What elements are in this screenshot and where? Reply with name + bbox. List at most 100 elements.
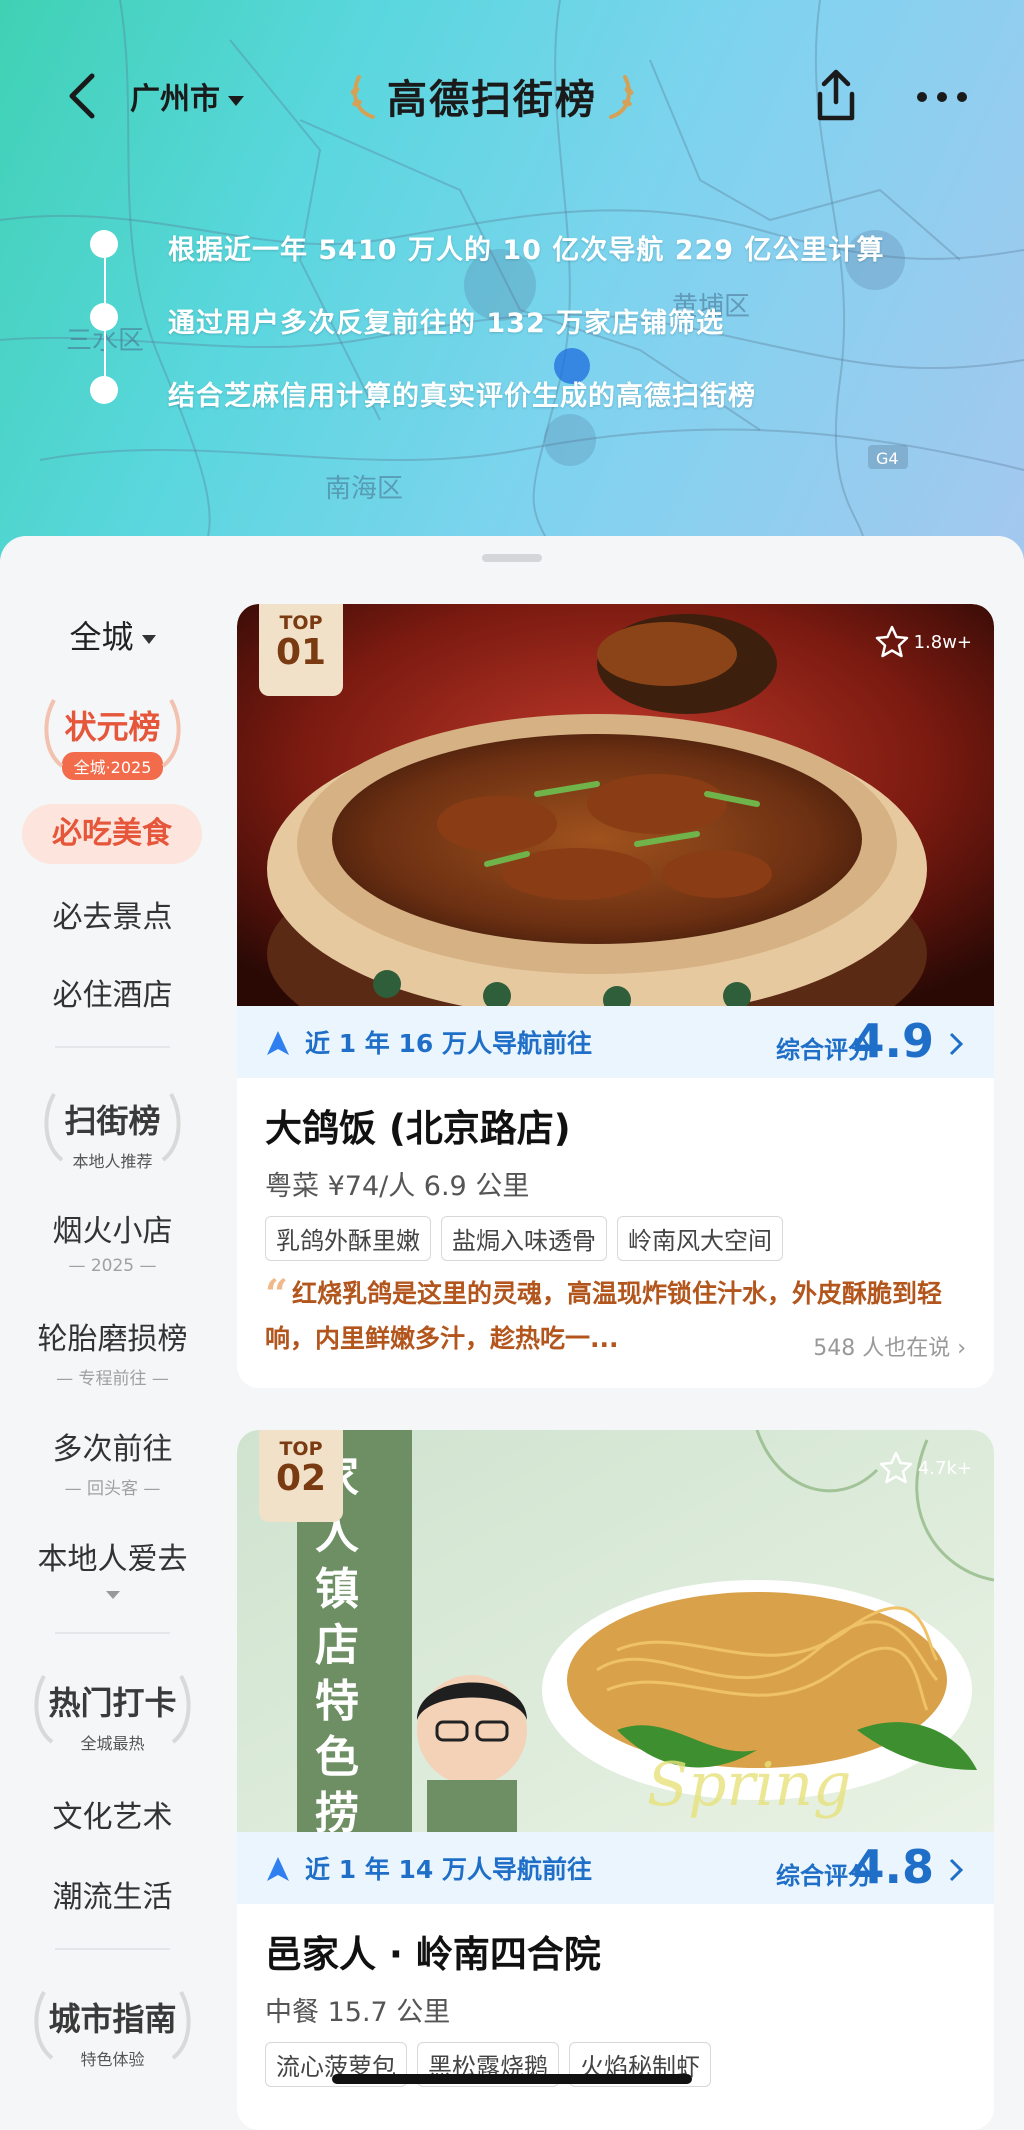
divider: [55, 1948, 170, 1950]
favorite-button[interactable]: 1.8w+: [874, 624, 972, 660]
map-label: G4: [876, 449, 899, 468]
poster-script-text: Spring: [647, 1750, 852, 1820]
wreath-left-icon: [34, 1675, 54, 1744]
sidebar-item-culture-art[interactable]: 文化艺术: [0, 1792, 225, 1836]
star-outline-icon: [875, 625, 908, 658]
restaurant-card[interactable]: TOP 01 1.8w+ 近 1 年 16 万人导航前往 综合评分 4.9 大鸽…: [237, 604, 994, 1388]
sidebar-item-sub: — 回头客 —: [64, 1479, 161, 1499]
map-label: 南海区: [325, 474, 404, 504]
badge-subtitle: 全城·2025: [61, 752, 164, 780]
category-sidebar: 全城 状元榜 全城·2025 必吃美食 必去景点 必住酒店 扫街榜 本地人推荐 …: [0, 536, 225, 2105]
wreath-left-icon: [44, 1093, 64, 1162]
restaurant-name: 邑家人 · 岭南四合院: [265, 1933, 601, 1976]
wreath-left-icon: [34, 1991, 54, 2060]
nav-arrow-icon: [267, 1031, 289, 1055]
dish-photo: 家人镇店特色捞面 Spring TOP 02 4.7k+: [237, 1430, 994, 1832]
favorite-count: 4.7k+: [917, 1457, 972, 1479]
more-dots-icon: [917, 92, 927, 102]
badge-city-guide[interactable]: 城市指南 特色体验: [0, 1991, 225, 2072]
badge-subtitle: 本地人推荐: [72, 1152, 153, 1171]
quote-icon: “: [265, 1271, 289, 1318]
wreath-right-icon: [161, 699, 181, 768]
more-button[interactable]: [915, 72, 971, 120]
rank-badge: TOP 01: [259, 604, 343, 696]
score-value: 4.8: [852, 1840, 935, 1894]
timeline-dot: [90, 230, 118, 258]
method-text: 根据近一年 5410 万人的 10 亿次导航 229 亿公里计算: [168, 235, 885, 266]
chevron-left-icon: [69, 73, 95, 119]
sidebar-item-local-shops[interactable]: 烟火小店 — 2025 —: [0, 1206, 225, 1276]
feature-tag: 乳鸽外酥里嫩: [265, 1216, 431, 1261]
badge-title: 扫街榜: [64, 1102, 161, 1140]
sidebar-item-label: 轮胎磨损榜: [37, 1322, 188, 1357]
sidebar-item-tire-wear[interactable]: 轮胎磨损榜 — 专程前往 —: [0, 1314, 225, 1389]
badge-zhuangyuan[interactable]: 状元榜 全城·2025: [0, 699, 225, 780]
claypot-pigeon-image: [237, 604, 994, 1006]
restaurant-meta: 粤菜 ¥74/人 6.9 公里: [265, 1171, 530, 1202]
sidebar-item-label: 本地人爱去: [37, 1542, 188, 1577]
navigation-stats-row[interactable]: 近 1 年 14 万人导航前往 综合评分 4.8: [237, 1832, 994, 1904]
ranking-method-list: 根据近一年 5410 万人的 10 亿次导航 229 亿公里计算 通过用户多次反…: [90, 228, 950, 447]
top-bar: 广州市 高德扫街榜: [0, 60, 1024, 132]
scope-selector[interactable]: 全城: [0, 612, 225, 658]
scope-label: 全城: [69, 618, 134, 656]
more-dots-icon: [937, 92, 947, 102]
wreath-right-icon: [161, 1093, 181, 1162]
method-text: 结合芝麻信用计算的真实评价生成的高德扫街榜: [168, 381, 756, 412]
share-button[interactable]: [808, 66, 864, 126]
feature-tag: 盐焗入味透骨: [441, 1216, 607, 1261]
divider: [55, 1632, 170, 1634]
expand-icon[interactable]: [0, 1584, 225, 1604]
timeline-dot: [90, 376, 118, 404]
home-indicator: [332, 2074, 692, 2084]
method-item: 通过用户多次反复前往的 132 万家店铺筛选: [90, 301, 950, 374]
share-icon: [817, 69, 855, 121]
sidebar-item-trend-life[interactable]: 潮流生活: [0, 1872, 225, 1916]
feature-tag: 岭南风大空间: [617, 1216, 783, 1261]
badge-subtitle: 特色体验: [80, 2050, 145, 2069]
wreath-right-icon: [171, 1675, 191, 1744]
nav-count-text: 近 1 年 16 万人导航前往: [305, 1029, 593, 1058]
star-outline-icon: [879, 1451, 913, 1484]
review-count-link[interactable]: 548 人也在说 ›: [813, 1330, 966, 1362]
nav-count-text: 近 1 年 14 万人导航前往: [305, 1855, 593, 1884]
badge-saojie[interactable]: 扫街榜 本地人推荐: [0, 1093, 225, 1174]
wreath-left-icon: [44, 699, 64, 768]
badge-hot-checkin[interactable]: 热门打卡 全城最热: [0, 1675, 225, 1756]
method-item: 结合芝麻信用计算的真实评价生成的高德扫街榜: [90, 374, 950, 447]
restaurant-card[interactable]: 家人镇店特色捞面 Spring TOP 02 4.7k+ 近 1 年 14 万人…: [237, 1430, 994, 2130]
sidebar-item-must-eat[interactable]: 必吃美食: [22, 804, 202, 864]
nav-arrow-icon: [267, 1857, 289, 1881]
laurel-right-icon: [609, 75, 634, 119]
caret-down-icon: [141, 634, 156, 644]
brand-title: 高德扫街榜: [387, 77, 597, 123]
sidebar-item-label: 烟火小店: [52, 1214, 173, 1249]
back-button[interactable]: [56, 68, 112, 124]
brand-logo: 高德扫街榜: [345, 66, 639, 126]
city-label: 广州市: [130, 82, 220, 117]
method-item: 根据近一年 5410 万人的 10 亿次导航 229 亿公里计算: [90, 228, 950, 301]
timeline-dot: [90, 303, 118, 331]
method-text: 通过用户多次反复前往的 132 万家店铺筛选: [168, 308, 725, 339]
sidebar-item-repeat-visit[interactable]: 多次前往 — 回头客 —: [0, 1424, 225, 1499]
sidebar-item-sub: — 2025 —: [68, 1256, 157, 1276]
badge-title: 状元榜: [64, 708, 161, 746]
more-dots-icon: [957, 92, 967, 102]
dish-photo: TOP 01 1.8w+: [237, 604, 994, 1006]
wreath-right-icon: [171, 1991, 191, 2060]
favorite-button[interactable]: 4.7k+: [878, 1450, 972, 1486]
favorite-count: 1.8w+: [913, 631, 972, 653]
sidebar-item-must-visit[interactable]: 必去景点: [0, 892, 225, 936]
rank-badge: TOP 02: [259, 1430, 343, 1522]
drag-handle[interactable]: [482, 554, 542, 562]
sidebar-item-must-stay[interactable]: 必住酒店: [0, 970, 225, 1014]
restaurant-meta: 中餐 15.7 公里: [265, 1997, 451, 2028]
navigation-stats-row[interactable]: 近 1 年 16 万人导航前往 综合评分 4.9: [237, 1006, 994, 1078]
restaurant-name: 大鸽饭 (北京路店): [265, 1107, 571, 1150]
caret-down-icon: [228, 95, 244, 106]
ranking-sheet: 全城 状元榜 全城·2025 必吃美食 必去景点 必住酒店 扫街榜 本地人推荐 …: [0, 536, 1024, 2130]
sidebar-item-local-favorite[interactable]: 本地人爱去: [0, 1534, 225, 1604]
sidebar-item-label: 多次前往: [52, 1432, 173, 1467]
city-selector[interactable]: 广州市: [130, 74, 244, 118]
badge-subtitle: 全城最热: [80, 1734, 145, 1753]
